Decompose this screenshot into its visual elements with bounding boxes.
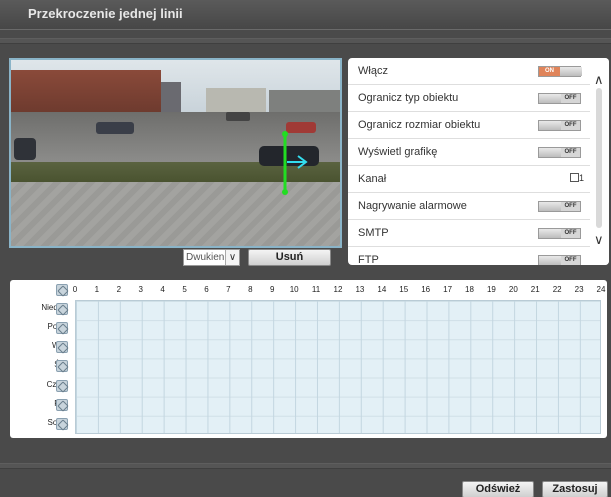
- enable-toggle[interactable]: ON: [538, 66, 582, 77]
- camera-preview[interactable]: [9, 58, 342, 248]
- hour-label: 18: [465, 285, 474, 294]
- setting-label: FTP: [358, 254, 379, 265]
- hour-label: 9: [270, 285, 275, 294]
- schedule-panel: 0 1 2 3 4 5 6 7 8 9 10 11 12 13 14 15 16 17 18 19 20 21 22 23 24…: [10, 280, 607, 438]
- hour-label: 5: [182, 285, 187, 294]
- hour-label: 24: [596, 285, 606, 294]
- select-day-icon[interactable]: [56, 417, 68, 430]
- select-day-icon[interactable]: [56, 303, 68, 315]
- ftp-toggle[interactable]: OFF: [538, 255, 581, 265]
- select-day-icon[interactable]: [56, 341, 68, 354]
- setting-channel: Kanał 1: [348, 166, 590, 193]
- hour-label: 19: [486, 285, 496, 294]
- smtp-toggle[interactable]: OFF: [538, 228, 581, 239]
- chevron-up-icon[interactable]: ∧: [594, 72, 604, 88]
- schedule-grid[interactable]: [75, 300, 601, 434]
- setting-label: Ogranicz typ obiektu: [358, 92, 459, 104]
- settings-scrollbar[interactable]: ∧ ∨: [591, 58, 609, 265]
- hour-label: 13: [355, 285, 365, 294]
- chevron-down-icon[interactable]: ∨: [594, 232, 604, 248]
- direction-select-value: Dwukien.: [186, 252, 228, 263]
- setting-label: Kanał: [358, 173, 387, 185]
- setting-label: Włącz: [358, 65, 388, 77]
- setting-label: Nagrywanie alarmowe: [358, 200, 467, 212]
- title-bar: Przekroczenie jednej linii: [0, 0, 611, 30]
- setting-ftp: FTP OFF: [348, 247, 590, 265]
- hour-label: 14: [377, 285, 387, 294]
- select-day-icon[interactable]: [56, 360, 68, 373]
- hour-label: 10: [289, 285, 299, 294]
- apply-button[interactable]: Zastosuj: [542, 481, 608, 497]
- setting-show-graphics: Wyświetl grafikę OFF: [348, 139, 590, 166]
- object-type-toggle[interactable]: OFF: [538, 93, 581, 104]
- hour-label: 0: [72, 285, 78, 294]
- hour-label: 12: [333, 285, 343, 294]
- channel-checkbox[interactable]: 1: [570, 173, 584, 183]
- select-all-icon[interactable]: [56, 284, 68, 296]
- setting-enable: Włącz ON: [348, 58, 590, 85]
- hour-label: 2: [116, 285, 122, 294]
- setting-label: SMTP: [358, 227, 389, 239]
- schedule-hours: 0 1 2 3 4 5 6 7 8 9 10 11 12 13 14 15 16 17 18 19 20 21 22 23 24: [10, 280, 607, 300]
- hour-label: 21: [530, 285, 540, 294]
- refresh-button[interactable]: Odśwież: [462, 481, 534, 497]
- hour-label: 6: [204, 285, 209, 294]
- line-overlay[interactable]: [11, 60, 342, 248]
- show-graphics-toggle[interactable]: OFF: [538, 147, 581, 158]
- setting-smtp: SMTP OFF: [348, 220, 590, 247]
- hour-label: 17: [443, 285, 453, 294]
- delete-button[interactable]: Usuń: [248, 249, 331, 266]
- chevron-down-icon[interactable]: ∨: [225, 250, 239, 265]
- hour-label: 20: [508, 285, 518, 294]
- page-title: Przekroczenie jednej linii: [28, 6, 183, 21]
- hour-label: 16: [421, 285, 431, 294]
- select-day-icon[interactable]: [56, 398, 68, 411]
- hour-label: 22: [552, 285, 562, 294]
- alarm-recording-toggle[interactable]: OFF: [538, 201, 581, 212]
- setting-label: Wyświetl grafikę: [358, 146, 438, 158]
- hour-label: 8: [248, 285, 253, 294]
- object-size-toggle[interactable]: OFF: [538, 120, 581, 131]
- hour-label: 15: [399, 285, 409, 294]
- settings-panel: Włącz ON Ogranicz typ obiektu OFF Ograni…: [348, 58, 609, 265]
- setting-object-type: Ogranicz typ obiektu OFF: [348, 85, 590, 112]
- setting-label: Ogranicz rozmiar obiektu: [358, 119, 481, 131]
- direction-select[interactable]: Dwukien. ∨: [183, 249, 240, 266]
- hour-label: 7: [226, 285, 231, 294]
- hour-label: 23: [574, 285, 584, 294]
- hour-label: 3: [138, 285, 143, 294]
- checkbox-icon: [570, 173, 579, 182]
- hour-label: 4: [160, 285, 165, 294]
- line-handle-top[interactable]: [282, 131, 288, 137]
- hour-label: 1: [94, 285, 100, 294]
- select-day-icon[interactable]: [56, 379, 68, 392]
- setting-alarm-recording: Nagrywanie alarmowe OFF: [348, 193, 590, 220]
- line-handle-bottom[interactable]: [282, 189, 288, 195]
- hour-label: 11: [311, 285, 321, 294]
- setting-object-size: Ogranicz rozmiar obiektu OFF: [348, 112, 590, 139]
- select-day-icon[interactable]: [56, 322, 68, 335]
- scrollbar-thumb[interactable]: [596, 88, 602, 228]
- footer-divider: [0, 463, 611, 469]
- header-divider: [0, 38, 611, 44]
